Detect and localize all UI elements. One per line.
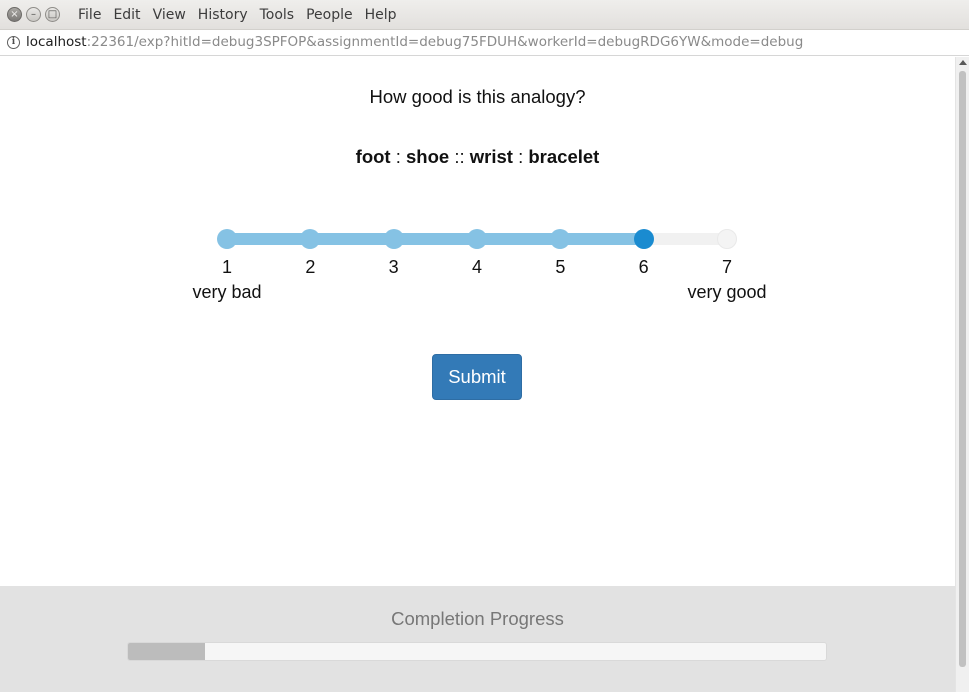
slider-tick[interactable] — [300, 229, 321, 249]
slider-handle[interactable] — [633, 229, 654, 249]
progress-title: Completion Progress — [391, 608, 564, 629]
scroll-up-arrow-icon[interactable] — [959, 60, 967, 65]
progress-panel: Completion Progress — [0, 586, 955, 692]
slider-tick-label: 1 — [221, 257, 232, 277]
url-text[interactable]: localhost:22361/exp?hitId=debug3SPFOP&as… — [26, 30, 803, 54]
slider-tick-label: 7 — [721, 257, 732, 277]
window-minimize-icon[interactable]: – — [26, 7, 41, 22]
slider-tick[interactable] — [383, 229, 404, 249]
slider-tick[interactable] — [467, 229, 487, 249]
menu-view[interactable]: View — [147, 0, 192, 30]
url-host: localhost — [26, 34, 87, 50]
menu-history[interactable]: History — [192, 0, 254, 30]
progress-bar — [127, 642, 827, 661]
vertical-scrollbar[interactable] — [955, 57, 969, 692]
menu-bar: File Edit View History Tools People Help — [72, 0, 403, 30]
menu-people[interactable]: People — [300, 0, 359, 30]
slider-track-fill — [227, 233, 644, 245]
slider-tick[interactable] — [717, 229, 737, 249]
window-titlebar: × – □ File Edit View History Tools Peopl… — [0, 0, 969, 30]
scale-min-label: very bad — [192, 282, 262, 302]
scale-max-label: very good — [687, 282, 767, 302]
submit-button[interactable]: Submit — [432, 354, 522, 400]
window-maximize-icon[interactable]: □ — [45, 7, 60, 22]
slider-tick-label: 2 — [305, 257, 316, 277]
page-viewport: How good is this analogy? foot : shoe ::… — [0, 57, 955, 692]
slider-tick-label: 5 — [555, 257, 566, 277]
menu-tools[interactable]: Tools — [254, 0, 301, 30]
slider-tick[interactable] — [550, 229, 571, 249]
window-close-icon[interactable]: × — [7, 7, 22, 22]
menu-file[interactable]: File — [72, 0, 107, 30]
scrollbar-thumb[interactable] — [959, 71, 966, 667]
menu-help[interactable]: Help — [359, 0, 403, 30]
slider-tick[interactable] — [217, 229, 237, 249]
url-path: :22361/exp?hitId=debug3SPFOP&assignmentI… — [86, 34, 804, 50]
slider-tick-label: 3 — [388, 257, 399, 277]
progress-bar-fill — [128, 643, 205, 660]
slider-tick-label: 4 — [471, 257, 482, 277]
rating-slider[interactable]: 1 2 3 4 5 6 7 very bad very good — [0, 57, 955, 317]
slider-tick-label: 6 — [638, 257, 649, 277]
menu-edit[interactable]: Edit — [107, 0, 146, 30]
address-bar[interactable]: i localhost:22361/exp?hitId=debug3SPFOP&… — [0, 30, 969, 56]
site-info-icon[interactable]: i — [7, 36, 20, 49]
